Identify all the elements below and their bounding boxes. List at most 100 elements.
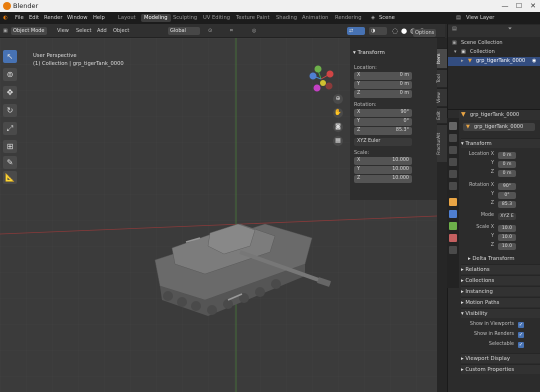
mode-selector[interactable]: Object Mode xyxy=(11,27,47,35)
location-z-field[interactable]: Z 0 m xyxy=(354,90,412,98)
orientation-selector[interactable]: Global xyxy=(168,27,200,35)
outliner-row-tank[interactable]: ▸ ▼ grp_tigerTank_0000 ◉ xyxy=(448,57,540,66)
tab-fracturalt[interactable]: FracturAlt xyxy=(437,124,447,162)
zoom-icon[interactable]: ⊕ xyxy=(333,94,343,104)
rotation-z-input[interactable]: 85.3 xyxy=(498,201,516,208)
data-props-icon[interactable] xyxy=(449,246,457,254)
tab-item[interactable]: Item xyxy=(437,48,447,68)
tab-shading[interactable]: Shading xyxy=(276,15,297,21)
tab-view[interactable]: View xyxy=(437,88,447,106)
menu-window[interactable]: Window xyxy=(67,15,87,21)
options-dropdown[interactable]: Options xyxy=(413,29,437,37)
delta-transform-header[interactable]: ▸ Delta Transform xyxy=(468,254,540,264)
proportional-edit-icon[interactable]: ◎ xyxy=(252,27,256,35)
outliner-type-icon[interactable]: ▤ xyxy=(452,25,457,34)
output-props-icon[interactable] xyxy=(449,146,457,154)
location-x-field[interactable]: X 0 m xyxy=(354,72,412,80)
object-props-icon[interactable] xyxy=(449,198,457,206)
annotate-tool-icon[interactable]: ✎ xyxy=(3,156,17,169)
outliner-row-collection[interactable]: ▾ ▣ Collection xyxy=(448,48,540,57)
expand-arrow-icon[interactable]: ▸ xyxy=(461,57,464,66)
tab-edit[interactable]: Edit xyxy=(437,107,447,123)
scale-x-input[interactable]: 10.0 xyxy=(498,225,516,232)
custom-properties-header[interactable]: ▸ Custom Properties xyxy=(461,364,540,374)
tab-uv-editing[interactable]: UV Editing xyxy=(203,15,230,21)
menu-file[interactable]: File xyxy=(15,15,24,21)
rotation-mode-dropdown[interactable]: XYZ E xyxy=(498,213,516,220)
scale-y-input[interactable]: 10.0 xyxy=(498,234,516,241)
gizmo-toggle-icon[interactable]: ⇄ xyxy=(347,27,365,35)
pivot-icon[interactable]: ⊙ xyxy=(208,27,212,35)
visibility-header[interactable]: ▾ Visibility xyxy=(461,308,540,318)
menu-select[interactable]: Select xyxy=(76,27,91,35)
shading-solid-icon[interactable]: ● xyxy=(401,27,407,35)
tab-sculpting[interactable]: Sculpting xyxy=(173,15,197,21)
rotation-z-field[interactable]: Z 85.3° xyxy=(354,127,412,135)
menu-render[interactable]: Render xyxy=(44,15,62,21)
rotation-mode-dropdown[interactable]: XYZ Euler xyxy=(354,138,412,146)
constraint-props-icon[interactable] xyxy=(449,234,457,242)
rotation-y-input[interactable]: 0° xyxy=(498,192,516,199)
menu-object[interactable]: Object xyxy=(113,27,129,35)
tab-rendering[interactable]: Rendering xyxy=(335,15,362,21)
menu-view[interactable]: View xyxy=(57,27,69,35)
tool-props-icon[interactable] xyxy=(449,122,457,130)
shading-wireframe-icon[interactable]: ◌ xyxy=(392,27,398,35)
physics-props-icon[interactable] xyxy=(449,222,457,230)
tab-animation[interactable]: Animation xyxy=(302,15,328,21)
tab-modeling[interactable]: Modeling xyxy=(141,14,171,22)
transform-section-header[interactable]: ▾ Transform xyxy=(461,138,540,148)
filter-icon[interactable]: ⏷ xyxy=(508,25,512,34)
location-z-input[interactable]: 0 m xyxy=(498,170,516,177)
scale-y-field[interactable]: Y 10.000 xyxy=(354,166,412,174)
scale-z-input[interactable]: 10.0 xyxy=(498,243,516,250)
menu-edit[interactable]: Edit xyxy=(29,15,39,21)
tab-texture-paint[interactable]: Texture Paint xyxy=(236,15,269,21)
menu-help[interactable]: Help xyxy=(93,15,105,21)
perspective-toggle-icon[interactable]: ▦ xyxy=(333,136,343,146)
expand-arrow-icon[interactable]: ▾ xyxy=(454,48,457,57)
collections-header[interactable]: ▸ Collections xyxy=(461,275,540,285)
visibility-eye-icon[interactable]: ◉ xyxy=(532,57,536,66)
tab-layout[interactable]: Layout xyxy=(118,15,136,21)
object-name-field[interactable]: ▼ grp_tigerTank_0000 xyxy=(463,123,535,131)
viewport-display-header[interactable]: ▸ Viewport Display xyxy=(461,353,540,363)
scale-z-field[interactable]: Z 10.000 xyxy=(354,175,412,183)
location-y-field[interactable]: Y 0 m xyxy=(354,81,412,89)
transform-panel-title[interactable]: ▾ Transform xyxy=(353,50,385,56)
rotation-y-field[interactable]: Y 0° xyxy=(354,118,412,126)
cursor-tool-icon[interactable]: ⊚ xyxy=(3,68,17,81)
location-x-input[interactable]: 0 m xyxy=(498,152,516,159)
camera-view-icon[interactable]: ◙ xyxy=(333,122,343,132)
scene-props-icon[interactable] xyxy=(449,170,457,178)
render-props-icon[interactable] xyxy=(449,134,457,142)
rotate-tool-icon[interactable]: ↻ xyxy=(3,104,17,117)
scale-x-field[interactable]: X 10.000 xyxy=(354,157,412,165)
snap-icon[interactable]: ⌗ xyxy=(230,27,233,35)
overlay-toggle-icon[interactable]: ◑ xyxy=(369,27,387,35)
world-props-icon[interactable] xyxy=(449,182,457,190)
rotation-x-field[interactable]: X 90° xyxy=(354,109,412,117)
minimize-button[interactable]: — xyxy=(498,1,512,11)
selectable-checkbox[interactable]: ✓ xyxy=(518,342,524,348)
maximize-button[interactable]: ☐ xyxy=(512,1,526,11)
modifier-props-icon[interactable] xyxy=(449,210,457,218)
location-y-input[interactable]: 0 m xyxy=(498,161,516,168)
select-tool-icon[interactable]: ↖ xyxy=(3,50,17,63)
tab-tool[interactable]: Tool xyxy=(437,69,447,87)
measure-tool-icon[interactable]: 📐 xyxy=(3,171,17,184)
rotation-x-input[interactable]: 90° xyxy=(498,183,516,190)
blender-menu-icon[interactable]: ◐ xyxy=(3,15,8,21)
menu-add[interactable]: Add xyxy=(97,27,107,35)
relations-header[interactable]: ▸ Relations xyxy=(461,264,540,274)
show-in-renders-checkbox[interactable]: ✓ xyxy=(518,332,524,338)
scene-selector[interactable]: Scene xyxy=(379,15,395,21)
move-tool-icon[interactable]: ✥ xyxy=(3,86,17,99)
close-button[interactable]: ✕ xyxy=(526,1,540,11)
outliner-row-scene-collection[interactable]: ▣ Scene Collection xyxy=(448,39,540,48)
view-layer-props-icon[interactable] xyxy=(449,158,457,166)
editor-type-icon[interactable]: ▣ xyxy=(3,27,8,35)
pan-hand-icon[interactable]: ✋ xyxy=(333,108,343,118)
motion-paths-header[interactable]: ▸ Motion Paths xyxy=(461,297,540,307)
instancing-header[interactable]: ▸ Instancing xyxy=(461,286,540,296)
